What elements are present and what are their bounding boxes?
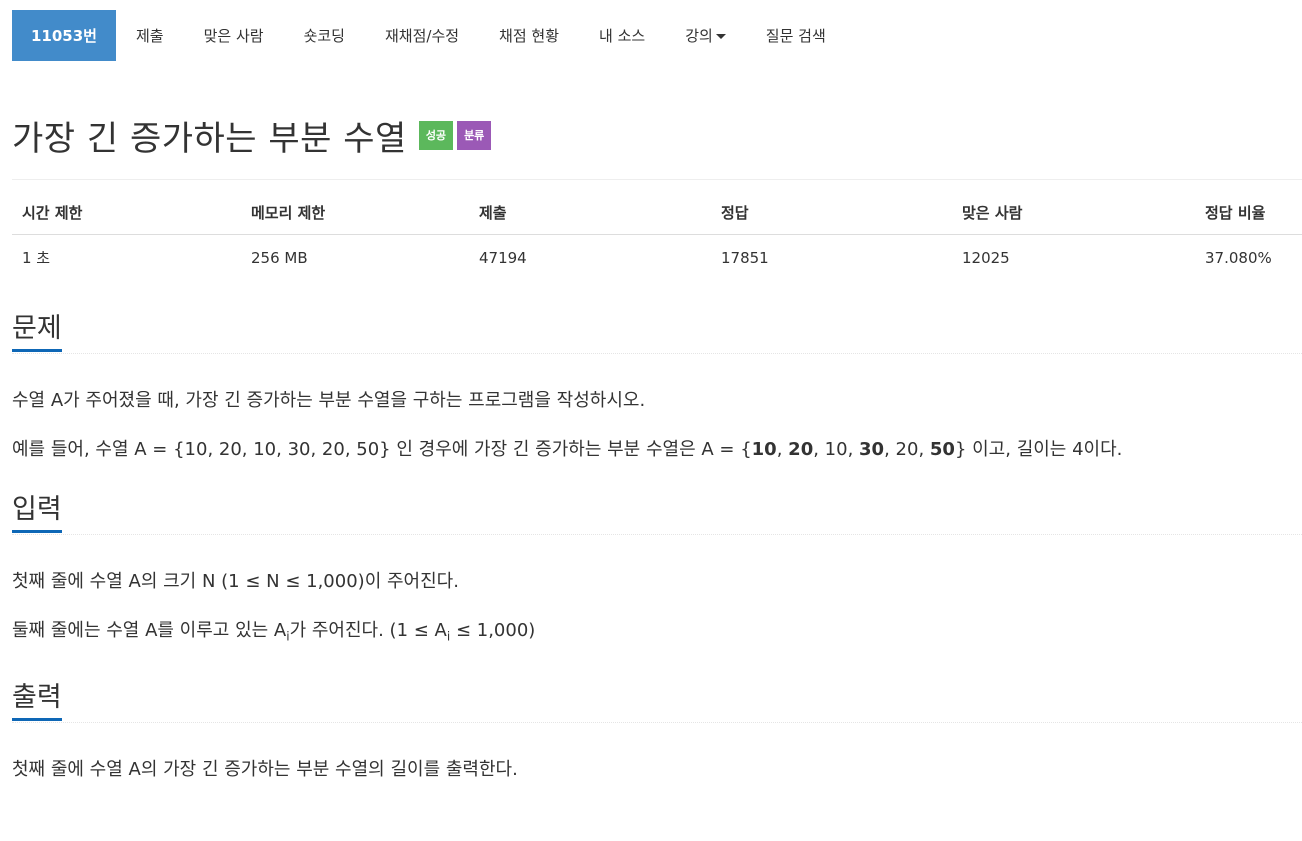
example-prefix: 예를 들어, 수열 A = {10, 20, 10, 30, 20, 50} 인… — [12, 439, 752, 460]
lis-element-4: 50 — [929, 439, 955, 460]
example-sep: , — [776, 439, 789, 460]
section-title-input: 입력 — [12, 493, 62, 533]
tab-submit[interactable]: 제출 — [116, 10, 184, 61]
input-text-2c: ≤ 1,000) — [450, 620, 536, 641]
success-badge[interactable]: 성공 — [418, 120, 454, 150]
header-correct: 정답 — [711, 192, 952, 235]
value-accuracy: 37.080% — [1205, 248, 1272, 267]
header-memory-limit: 메모리 제한 — [241, 192, 469, 235]
input-text-2: 둘째 줄에는 수열 A를 이루고 있는 Ai가 주어진다. (1 ≤ Ai ≤ … — [12, 618, 1302, 650]
problem-info-table: 시간 제한 메모리 제한 제출 정답 맞은 사람 정답 비율 1 초 256 M… — [12, 192, 1302, 278]
lis-element-2: 20 — [788, 439, 814, 460]
section-title-description: 문제 — [12, 312, 62, 352]
tab-short-coding[interactable]: 숏코딩 — [284, 10, 365, 61]
value-accepted-users: 12025 — [962, 248, 1010, 267]
problem-page: 11053번 제출 맞은 사람 숏코딩 재채점/수정 채점 현황 내 소스 강의… — [0, 10, 1302, 841]
description-header: 문제 — [12, 312, 1302, 354]
description-text-2: 예를 들어, 수열 A = {10, 20, 10, 30, 20, 50} 인… — [12, 437, 1302, 463]
description-section: 문제 수열 A가 주어졌을 때, 가장 긴 증가하는 부분 수열을 구하는 프로… — [12, 312, 1302, 463]
tab-accepted-users[interactable]: 맞은 사람 — [184, 10, 284, 61]
input-text-2b: 가 주어진다. (1 ≤ A — [289, 620, 447, 641]
title-divider — [12, 179, 1302, 180]
output-section: 출력 첫째 줄에 수열 A의 가장 긴 증가하는 부분 수열의 길이를 출력한다… — [12, 681, 1302, 783]
example-mid-1: , 10, — [813, 439, 860, 460]
header-accepted-users: 맞은 사람 — [952, 192, 1195, 235]
input-section: 입력 첫째 줄에 수열 A의 크기 N (1 ≤ N ≤ 1,000)이 주어진… — [12, 493, 1302, 650]
output-header: 출력 — [12, 681, 1302, 723]
tab-my-source[interactable]: 내 소스 — [579, 10, 665, 61]
tab-lecture-dropdown[interactable]: 강의 — [665, 10, 746, 61]
title-row: 가장 긴 증가하는 부분 수열 성공 분류 — [12, 111, 1302, 159]
output-text-1: 첫째 줄에 수열 A의 가장 긴 증가하는 부분 수열의 길이를 출력한다. — [12, 758, 518, 780]
description-text-1: 수열 A가 주어졌을 때, 가장 긴 증가하는 부분 수열을 구하는 프로그램을… — [12, 390, 646, 411]
table-row: 1 초 256 MB 47194 17851 12025 37.080% — [12, 235, 1302, 279]
tab-lecture-label: 강의 — [685, 27, 713, 45]
input-text-2a: 둘째 줄에는 수열 A를 이루고 있는 A — [12, 620, 287, 641]
lis-element-3: 30 — [859, 439, 885, 460]
tab-rejudge[interactable]: 재채점/수정 — [365, 10, 479, 61]
problem-nav: 11053번 제출 맞은 사람 숏코딩 재채점/수정 채점 현황 내 소스 강의… — [12, 10, 1302, 61]
lis-element-1: 10 — [751, 439, 777, 460]
example-mid-2: , 20, — [884, 439, 930, 460]
header-accuracy: 정답 비율 — [1195, 192, 1302, 235]
problem-title: 가장 긴 증가하는 부분 수열 — [12, 118, 407, 159]
category-badge[interactable]: 분류 — [457, 120, 492, 150]
example-suffix: } 이고, 길이는 4이다. — [954, 439, 1123, 460]
header-submissions: 제출 — [469, 192, 711, 235]
input-header: 입력 — [12, 493, 1302, 535]
table-header-row: 시간 제한 메모리 제한 제출 정답 맞은 사람 정답 비율 — [12, 192, 1302, 235]
caret-down-icon — [715, 34, 726, 39]
value-submissions: 47194 — [479, 248, 527, 267]
input-text-1: 첫째 줄에 수열 A의 크기 N (1 ≤ N ≤ 1,000)이 주어진다. — [12, 571, 459, 592]
tab-problem-number[interactable]: 11053번 — [12, 10, 116, 61]
tab-status[interactable]: 채점 현황 — [479, 10, 579, 61]
header-time-limit: 시간 제한 — [12, 192, 241, 235]
value-correct: 17851 — [721, 248, 769, 267]
value-time-limit: 1 초 — [22, 249, 51, 267]
value-memory-limit: 256 MB — [251, 248, 308, 267]
section-title-output: 출력 — [12, 681, 62, 721]
tab-question-search[interactable]: 질문 검색 — [746, 10, 846, 61]
